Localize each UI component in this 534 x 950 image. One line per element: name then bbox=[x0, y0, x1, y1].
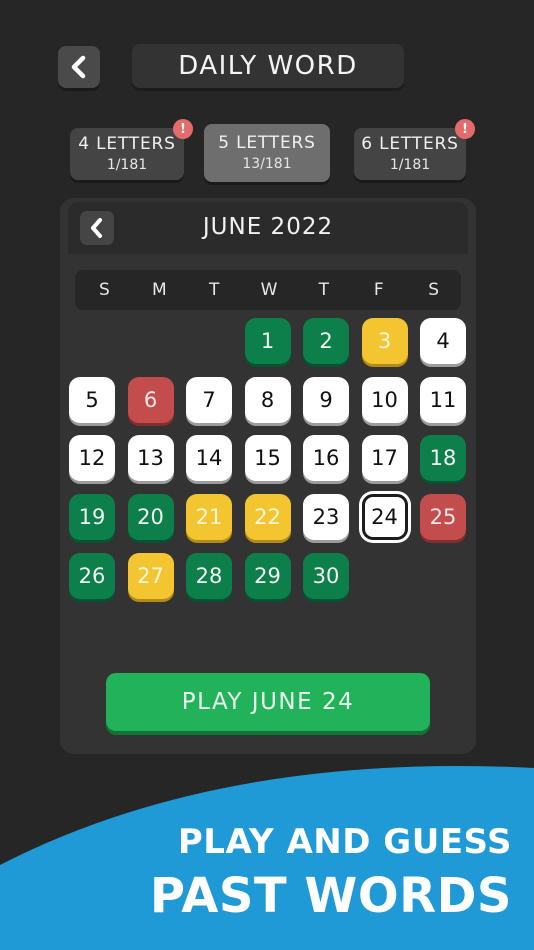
alert-badge: ! bbox=[173, 119, 193, 139]
page-title: DAILY WORD bbox=[132, 44, 404, 88]
calendar-day[interactable]: 25 bbox=[420, 494, 466, 541]
play-button[interactable]: PLAY JUNE 24 bbox=[106, 673, 430, 731]
promo-line-2: PAST WORDS bbox=[149, 868, 512, 924]
calendar-day[interactable]: 2 bbox=[303, 318, 349, 364]
calendar-day[interactable]: 27 bbox=[127, 552, 174, 599]
tab-5-letters[interactable]: 5 LETTERS 13/181 bbox=[204, 124, 330, 182]
calendar-day[interactable]: 8 bbox=[244, 376, 291, 423]
calendar-day[interactable]: 4 bbox=[420, 318, 466, 364]
alert-badge: ! bbox=[455, 119, 475, 139]
calendar-day[interactable]: 19 bbox=[69, 494, 115, 541]
calendar-day[interactable]: 28 bbox=[186, 552, 232, 599]
calendar-day[interactable]: 23 bbox=[303, 494, 349, 541]
tab-6-letters[interactable]: 6 LETTERS 1/181 ! bbox=[354, 119, 475, 180]
calendar-day[interactable]: 1 bbox=[244, 318, 291, 364]
calendar-panel: JUNE 2022 S M T W T F S 1 2 3 4 5 6 7 8 9 10 11 12 1… bbox=[60, 198, 476, 754]
chevron-left-icon bbox=[71, 55, 86, 79]
calendar-day[interactable]: 5 bbox=[69, 376, 115, 423]
day-grid: 1 2 3 4 5 6 7 8 9 10 11 12 13 14 15 16 17 18 19 20 21 22 23 24 2… bbox=[60, 198, 476, 618]
tab-4-letters[interactable]: 4 LETTERS 1/181 ! bbox=[70, 119, 193, 180]
tab-progress: 1/181 bbox=[106, 157, 148, 173]
calendar-day[interactable]: 29 bbox=[244, 552, 291, 599]
tab-label: 5 LETTERS bbox=[218, 133, 316, 153]
calendar-day[interactable]: 12 bbox=[69, 435, 115, 482]
calendar-day[interactable]: 10 bbox=[361, 376, 408, 423]
calendar-day[interactable]: 7 bbox=[186, 376, 232, 423]
calendar-day-selected[interactable]: 24 bbox=[361, 494, 408, 541]
calendar-day[interactable]: 3 bbox=[361, 318, 408, 364]
calendar-day[interactable]: 26 bbox=[69, 552, 115, 599]
calendar-day[interactable]: 16 bbox=[303, 435, 349, 482]
tab-progress: 13/181 bbox=[242, 156, 292, 172]
calendar-day[interactable]: 30 bbox=[303, 552, 349, 599]
calendar-day[interactable]: 11 bbox=[420, 376, 466, 423]
back-button[interactable] bbox=[58, 46, 100, 88]
calendar-day[interactable]: 22 bbox=[244, 494, 291, 541]
calendar-day[interactable]: 18 bbox=[420, 435, 466, 482]
calendar-day[interactable]: 9 bbox=[303, 376, 349, 423]
calendar-day[interactable]: 13 bbox=[127, 435, 174, 482]
calendar-day[interactable]: 20 bbox=[127, 494, 174, 541]
calendar-day[interactable]: 6 bbox=[127, 376, 174, 423]
tab-progress: 1/181 bbox=[389, 157, 431, 173]
calendar-day[interactable]: 14 bbox=[186, 435, 232, 482]
calendar-day[interactable]: 21 bbox=[186, 494, 232, 541]
calendar-day[interactable]: 17 bbox=[361, 435, 408, 482]
tab-label: 4 LETTERS bbox=[78, 134, 176, 154]
promo-line-1: PLAY AND GUESS bbox=[177, 822, 512, 862]
calendar-day[interactable]: 15 bbox=[244, 435, 291, 482]
tab-label: 6 LETTERS bbox=[361, 134, 459, 154]
